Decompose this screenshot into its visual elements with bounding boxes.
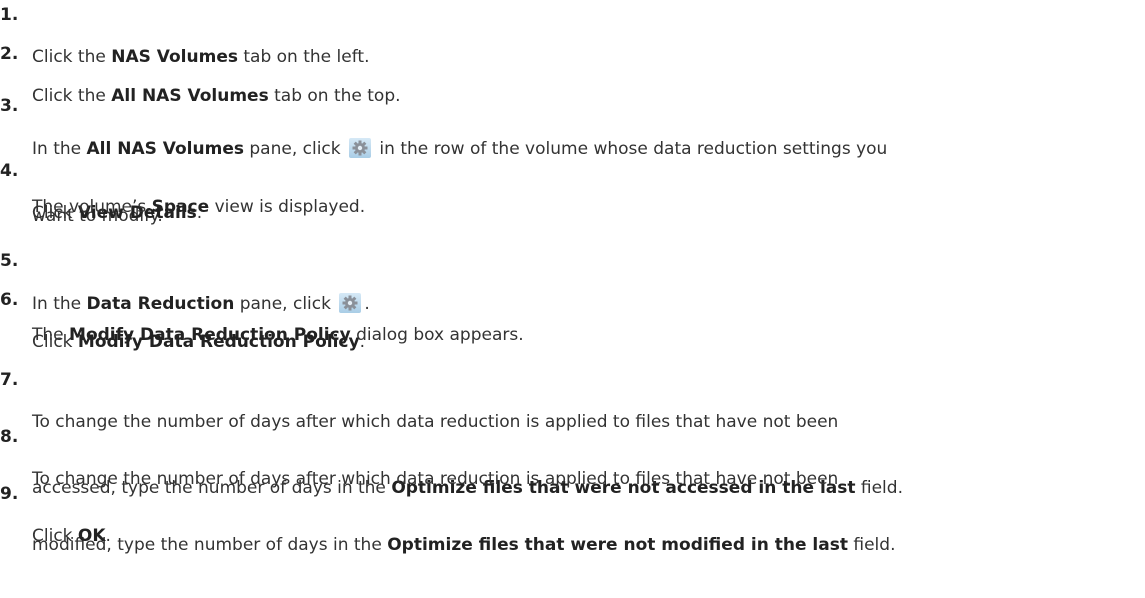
step-text: In the: [32, 139, 87, 159]
step-number: 3.: [0, 96, 19, 116]
gear-icon: [349, 138, 372, 158]
ui-term: Space: [151, 197, 210, 217]
step-text: Click: [32, 526, 78, 546]
step-number: 5.: [0, 251, 19, 271]
step-text: in the row of the volume whose data redu…: [374, 139, 888, 159]
step-number: 1.: [0, 5, 19, 25]
step-number: 8.: [0, 427, 19, 447]
step-result: The volume’s Space view is displayed.: [32, 197, 366, 217]
step-text: .: [105, 526, 111, 546]
step-result: The Modify Data Reduction Policy dialog …: [32, 325, 524, 345]
step-text: pane, click: [243, 139, 347, 159]
step-number: 2.: [0, 44, 19, 64]
step-number: 4.: [0, 161, 19, 181]
ui-term: Modify Data Reduction Policy: [69, 325, 351, 345]
ui-term: OK: [77, 526, 106, 546]
step-number: 6.: [0, 290, 19, 310]
step-number: 7.: [0, 370, 19, 390]
step-number: 9.: [0, 484, 19, 504]
ui-term: All NAS Volumes: [86, 139, 244, 159]
